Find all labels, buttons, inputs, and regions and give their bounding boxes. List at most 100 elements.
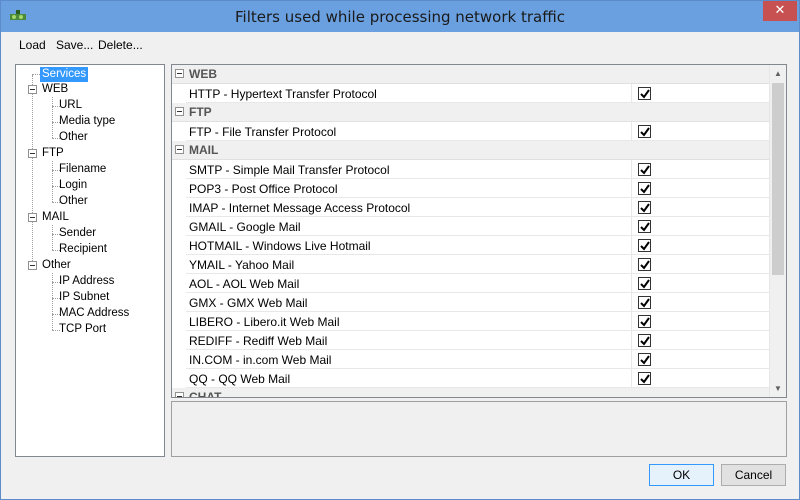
filter-checkbox[interactable] bbox=[638, 87, 651, 100]
filter-row[interactable]: FTP - File Transfer Protocol bbox=[186, 122, 769, 141]
collapse-icon[interactable] bbox=[175, 145, 184, 154]
checkmark-icon bbox=[640, 165, 650, 175]
collapse-icon[interactable] bbox=[28, 149, 37, 158]
filter-checkbox[interactable] bbox=[638, 315, 651, 328]
filter-label: AOL - AOL Web Mail bbox=[189, 277, 300, 291]
description-pane bbox=[171, 401, 787, 457]
filter-checkbox[interactable] bbox=[638, 182, 651, 195]
tree-item-ftp-other[interactable]: Other bbox=[59, 194, 88, 209]
tree-connector bbox=[52, 97, 53, 138]
checkmark-icon bbox=[640, 260, 650, 270]
filter-row[interactable]: AOL - AOL Web Mail bbox=[186, 274, 769, 293]
menu-save[interactable]: Save... bbox=[56, 38, 93, 52]
tree-item-ftp[interactable]: FTP bbox=[42, 146, 64, 161]
filter-label: FTP - File Transfer Protocol bbox=[189, 125, 337, 139]
tree-item-recipient[interactable]: Recipient bbox=[59, 242, 107, 257]
tree-item-mail[interactable]: MAIL bbox=[42, 210, 69, 225]
collapse-icon[interactable] bbox=[175, 392, 184, 397]
checkmark-icon bbox=[640, 203, 650, 213]
filter-row[interactable]: YMAIL - Yahoo Mail bbox=[186, 255, 769, 274]
filter-checkbox[interactable] bbox=[638, 353, 651, 366]
tree-item-url[interactable]: URL bbox=[59, 98, 82, 113]
cancel-button[interactable]: Cancel bbox=[721, 464, 786, 486]
column-divider bbox=[631, 198, 632, 217]
filter-row[interactable]: HOTMAIL - Windows Live Hotmail bbox=[186, 236, 769, 255]
filter-checkbox[interactable] bbox=[638, 372, 651, 385]
filter-row[interactable]: HTTP - Hypertext Transfer Protocol bbox=[186, 84, 769, 103]
tree-item-media-type[interactable]: Media type bbox=[59, 114, 115, 129]
checkmark-icon bbox=[640, 222, 650, 232]
filter-tree[interactable]: Services WEB URL Media type Other FTP Fi… bbox=[15, 64, 165, 457]
filters-window: Filters used while processing network tr… bbox=[0, 0, 800, 500]
checkmark-icon bbox=[640, 89, 650, 99]
filter-checkbox[interactable] bbox=[638, 163, 651, 176]
column-divider bbox=[631, 122, 632, 141]
filter-row[interactable]: GMX - GMX Web Mail bbox=[186, 293, 769, 312]
section-header-ftp[interactable]: FTP bbox=[172, 103, 769, 122]
filter-row[interactable]: REDIFF - Rediff Web Mail bbox=[186, 331, 769, 350]
tree-item-sender[interactable]: Sender bbox=[59, 226, 96, 241]
filter-checkbox[interactable] bbox=[638, 239, 651, 252]
scroll-up-icon[interactable]: ▲ bbox=[770, 65, 786, 82]
filter-checkbox[interactable] bbox=[638, 334, 651, 347]
collapse-icon[interactable] bbox=[28, 85, 37, 94]
filter-checkbox[interactable] bbox=[638, 258, 651, 271]
title-bar[interactable]: Filters used while processing network tr… bbox=[1, 1, 799, 32]
tree-item-filename[interactable]: Filename bbox=[59, 162, 106, 177]
filter-grid[interactable]: WEB HTTP - Hypertext Transfer Protocol FTP… bbox=[171, 64, 787, 398]
filter-row[interactable]: POP3 - Post Office Protocol bbox=[186, 179, 769, 198]
section-header-web[interactable]: WEB bbox=[172, 65, 769, 84]
section-header-chat[interactable]: CHAT bbox=[172, 388, 769, 398]
column-divider bbox=[631, 84, 632, 103]
tree-item-web-other[interactable]: Other bbox=[59, 130, 88, 145]
filter-checkbox[interactable] bbox=[638, 201, 651, 214]
collapse-icon[interactable] bbox=[175, 107, 184, 116]
collapse-icon[interactable] bbox=[175, 69, 184, 78]
tree-item-other[interactable]: Other bbox=[42, 258, 71, 273]
filter-label: LIBERO - Libero.it Web Mail bbox=[189, 315, 340, 329]
filter-row[interactable]: QQ - QQ Web Mail bbox=[186, 369, 769, 388]
filter-row[interactable]: IN.COM - in.com Web Mail bbox=[186, 350, 769, 369]
close-button[interactable]: ✕ bbox=[763, 1, 797, 21]
tree-item-mac-address[interactable]: MAC Address bbox=[59, 306, 129, 321]
filter-checkbox[interactable] bbox=[638, 296, 651, 309]
checkmark-icon bbox=[640, 127, 650, 137]
filter-row[interactable]: IMAP - Internet Message Access Protocol bbox=[186, 198, 769, 217]
filter-label: GMAIL - Google Mail bbox=[189, 220, 301, 234]
filter-label: SMTP - Simple Mail Transfer Protocol bbox=[189, 163, 390, 177]
filter-label: QQ - QQ Web Mail bbox=[189, 372, 291, 386]
filter-checkbox[interactable] bbox=[638, 220, 651, 233]
tree-item-login[interactable]: Login bbox=[59, 178, 87, 193]
menu-load[interactable]: Load bbox=[19, 38, 46, 52]
column-divider bbox=[631, 293, 632, 312]
tree-item-services[interactable]: Services bbox=[40, 67, 89, 82]
section-header-mail[interactable]: MAIL bbox=[172, 141, 769, 160]
filter-row[interactable]: SMTP - Simple Mail Transfer Protocol bbox=[186, 160, 769, 179]
filter-checkbox[interactable] bbox=[638, 125, 651, 138]
tree-item-web[interactable]: WEB bbox=[42, 82, 68, 97]
scroll-thumb[interactable] bbox=[772, 83, 784, 275]
vertical-scrollbar[interactable]: ▲ ▼ bbox=[769, 65, 786, 397]
column-divider bbox=[631, 217, 632, 236]
filter-label: POP3 - Post Office Protocol bbox=[189, 182, 338, 196]
column-divider bbox=[631, 236, 632, 255]
menu-delete[interactable]: Delete... bbox=[98, 38, 143, 52]
checkmark-icon bbox=[640, 184, 650, 194]
window-title: Filters used while processing network tr… bbox=[235, 8, 565, 26]
collapse-icon[interactable] bbox=[28, 261, 37, 270]
filter-label: IN.COM - in.com Web Mail bbox=[189, 353, 332, 367]
tree-item-ip-subnet[interactable]: IP Subnet bbox=[59, 290, 109, 305]
collapse-icon[interactable] bbox=[28, 213, 37, 222]
scroll-down-icon[interactable]: ▼ bbox=[770, 380, 786, 397]
tree-item-ip-address[interactable]: IP Address bbox=[59, 274, 114, 289]
menu-bar: Load Save... Delete... bbox=[1, 32, 799, 58]
filter-checkbox[interactable] bbox=[638, 277, 651, 290]
filter-row[interactable]: LIBERO - Libero.it Web Mail bbox=[186, 312, 769, 331]
checkmark-icon bbox=[640, 336, 650, 346]
filter-row[interactable]: GMAIL - Google Mail bbox=[186, 217, 769, 236]
section-label: CHAT bbox=[189, 390, 222, 398]
tree-item-tcp-port[interactable]: TCP Port bbox=[59, 322, 106, 337]
tree-connector bbox=[32, 75, 33, 267]
ok-button[interactable]: OK bbox=[649, 464, 714, 486]
section-label: FTP bbox=[189, 105, 212, 119]
